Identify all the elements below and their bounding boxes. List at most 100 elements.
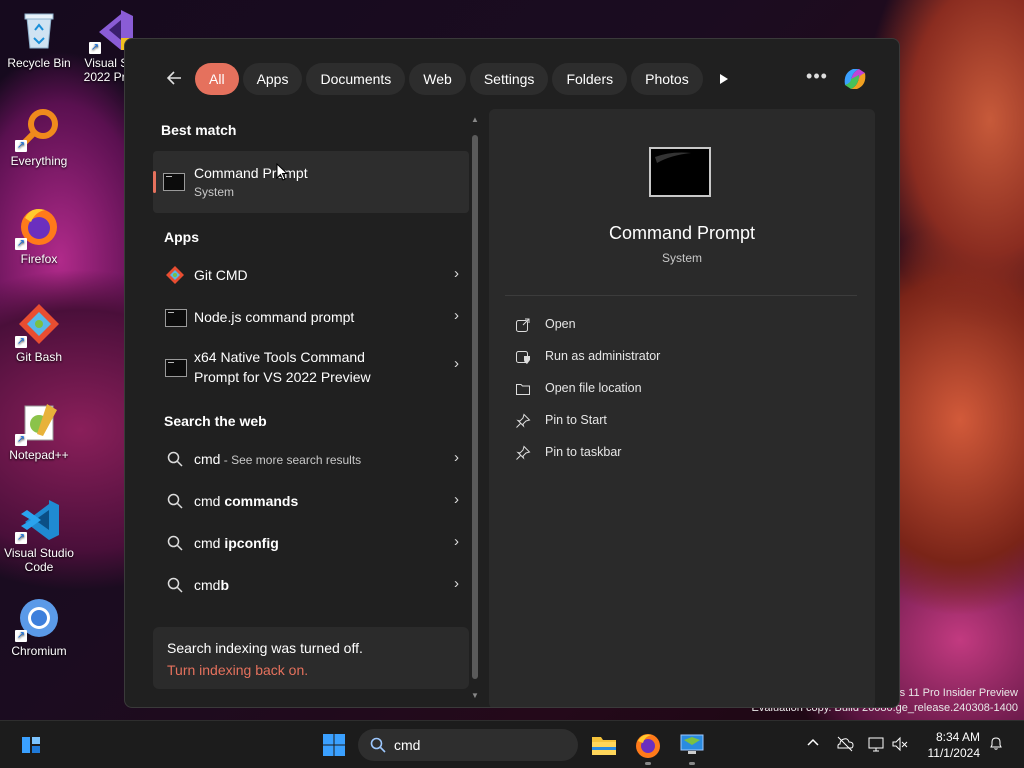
firefox-taskbar-icon[interactable]	[634, 731, 662, 759]
best-match-title: Command Prompt	[194, 165, 308, 181]
web-result-text: cmd commands	[194, 493, 298, 509]
filter-all[interactable]: All	[195, 63, 239, 95]
web-result-text: cmd - See more search results	[194, 451, 361, 467]
pin-icon	[515, 413, 531, 429]
desktop-icon-notepadpp[interactable]: ↗ Notepad++	[0, 400, 78, 462]
display-icon[interactable]	[866, 735, 886, 755]
desktop-icon-label: Firefox	[20, 252, 58, 266]
action-open-file-location[interactable]: Open file location	[515, 379, 815, 399]
volume-muted-icon[interactable]	[890, 735, 910, 755]
web-query: cmd	[194, 451, 221, 467]
detail-pane: Command Prompt System Open Run as admini…	[489, 109, 875, 707]
network-offline-icon[interactable]	[835, 735, 855, 755]
shortcut-arrow-icon: ↗	[15, 630, 27, 642]
app-title-line2: Prompt for VS 2022 Preview	[194, 369, 371, 385]
action-label: Open	[545, 317, 576, 331]
results-scrollbar[interactable]: ▲ ▼	[471, 115, 479, 703]
chevron-up-icon[interactable]	[803, 735, 823, 755]
system-clock[interactable]: 8:34 AM 11/1/2024	[920, 729, 981, 761]
chevron-right-icon[interactable]: ›	[454, 575, 459, 592]
command-prompt-icon	[163, 173, 185, 191]
vscode-icon: ↗	[15, 498, 61, 544]
desktop-icon-recycle-bin[interactable]: Recycle Bin	[0, 8, 78, 70]
best-match-command-prompt[interactable]: Command Prompt System	[153, 151, 469, 213]
chevron-right-icon[interactable]: ›	[454, 355, 459, 372]
shortcut-arrow-icon: ↗	[15, 434, 27, 446]
desktop-icon-label: Chromium	[11, 644, 67, 658]
divider	[505, 295, 857, 296]
action-label: Pin to taskbar	[545, 445, 622, 459]
filter-bar: All Apps Documents Web Settings Folders …	[125, 39, 899, 119]
clock-date: 11/1/2024	[927, 746, 981, 760]
desktop-icon-git-bash[interactable]: ↗ Git Bash	[0, 302, 78, 364]
remote-desktop-icon[interactable]	[678, 731, 706, 759]
chevron-right-icon[interactable]: ›	[454, 449, 459, 466]
web-suggestion: commands	[224, 493, 299, 509]
filter-apps[interactable]: Apps	[242, 63, 303, 95]
apps-heading: Apps	[164, 229, 199, 245]
taskbar-search-input[interactable]	[394, 735, 564, 755]
turn-indexing-on-link[interactable]: Turn indexing back on.	[167, 662, 308, 678]
shortcut-arrow-icon: ↗	[15, 532, 27, 544]
web-result-text: cmd ipconfig	[194, 535, 279, 551]
shortcut-arrow-icon: ↗	[15, 336, 27, 348]
filter-settings[interactable]: Settings	[469, 63, 549, 95]
more-filters-play-icon[interactable]	[707, 63, 739, 95]
action-run-as-admin[interactable]: Run as administrator	[515, 347, 815, 367]
desktop-icon-label: Visual Studio Code	[4, 546, 74, 574]
app-result-x64-native-tools[interactable]: x64 Native Tools Command Prompt for VS 2…	[153, 341, 469, 389]
chevron-right-icon[interactable]: ›	[454, 265, 459, 282]
web-result-cmd-ipconfig[interactable]: cmd ipconfig ›	[153, 523, 469, 563]
filter-web[interactable]: Web	[409, 63, 466, 95]
scroll-up-icon[interactable]: ▲	[471, 115, 479, 124]
app-result-nodejs[interactable]: Node.js command prompt ›	[153, 297, 469, 337]
web-query: cmd	[194, 577, 221, 593]
chevron-right-icon[interactable]: ›	[454, 533, 459, 550]
action-label: Run as administrator	[545, 349, 661, 363]
copilot-icon[interactable]	[839, 63, 871, 95]
start-button-windows-icon[interactable]	[322, 733, 346, 757]
action-open[interactable]: Open	[515, 315, 815, 335]
firefox-icon: ↗	[15, 204, 61, 250]
action-pin-to-start[interactable]: Pin to Start	[515, 411, 815, 431]
chevron-right-icon[interactable]: ›	[454, 307, 459, 324]
taskbar-search-box[interactable]	[358, 729, 578, 761]
command-prompt-icon	[165, 359, 187, 377]
desktop-icon-chromium[interactable]: ↗ Chromium	[0, 596, 78, 658]
back-arrow-icon[interactable]	[163, 67, 187, 91]
chromium-icon: ↗	[15, 596, 61, 642]
web-result-cmd-commands[interactable]: cmd commands ›	[153, 481, 469, 521]
selection-accent	[153, 171, 156, 193]
web-result-cmdb[interactable]: cmdb ›	[153, 565, 469, 605]
web-suggestion: ipconfig	[224, 535, 279, 551]
filter-photos[interactable]: Photos	[631, 63, 703, 95]
chevron-right-icon[interactable]: ›	[454, 491, 459, 508]
git-cmd-icon	[165, 265, 185, 285]
desktop-icon-firefox[interactable]: ↗ Firefox	[0, 204, 78, 266]
web-result-cmd[interactable]: cmd - See more search results ›	[153, 439, 469, 479]
scroll-down-icon[interactable]: ▼	[471, 691, 479, 700]
clock-time: 8:34 AM	[935, 730, 980, 744]
app-title-line1: x64 Native Tools Command	[194, 349, 365, 365]
action-pin-to-taskbar[interactable]: Pin to taskbar	[515, 443, 815, 463]
desktop-icon-everything[interactable]: ↗ Everything	[0, 106, 78, 168]
notification-bell-icon[interactable]	[986, 735, 1006, 755]
scroll-thumb[interactable]	[472, 135, 478, 679]
app-title: Git CMD	[194, 267, 248, 283]
git-bash-icon: ↗	[15, 302, 61, 348]
filter-documents[interactable]: Documents	[306, 63, 406, 95]
more-options-icon[interactable]: •••	[805, 66, 829, 90]
search-icon	[167, 577, 183, 593]
pin-icon	[515, 445, 531, 461]
mouse-cursor-icon	[276, 162, 289, 186]
file-explorer-icon[interactable]	[590, 731, 618, 759]
desktop-icon-vscode[interactable]: ↗ Visual Studio Code	[0, 498, 78, 574]
app-result-git-cmd[interactable]: Git CMD ›	[153, 255, 469, 295]
detail-title: Command Prompt	[608, 223, 756, 243]
folder-icon	[515, 381, 531, 397]
search-panel: All Apps Documents Web Settings Folders …	[124, 38, 900, 708]
filter-folders[interactable]: Folders	[552, 63, 628, 95]
desktop-icon-label: Everything	[10, 154, 68, 168]
widgets-icon[interactable]	[20, 734, 42, 756]
everything-search-icon: ↗	[15, 106, 61, 152]
